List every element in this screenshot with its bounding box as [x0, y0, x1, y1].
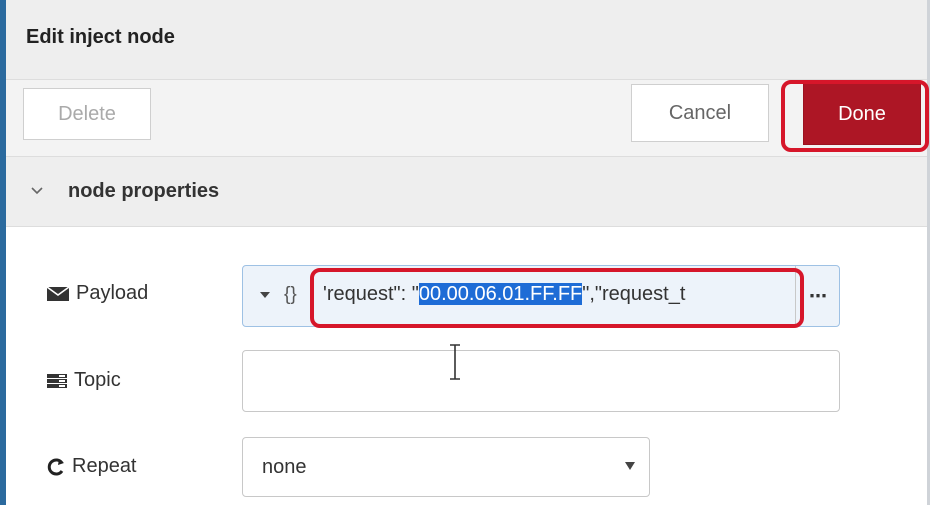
topic-input[interactable]	[242, 350, 840, 412]
repeat-label-text: Repeat	[72, 455, 137, 477]
node-properties-section-header[interactable]: node properties	[6, 157, 927, 227]
payload-value-selected: 00.00.06.01.FF.FF	[418, 283, 583, 305]
dialog-toolbar: Delete Cancel Done	[6, 80, 927, 157]
payload-input[interactable]: {} 'request": "00.00.06.01.FF.FF","reque…	[242, 265, 840, 327]
payload-expand-button[interactable]: ⋯	[795, 266, 840, 326]
payload-label-text: Payload	[76, 282, 149, 304]
payload-value-prefix: 'request": "	[323, 283, 419, 305]
payload-type-json[interactable]: {}	[284, 284, 297, 306]
topic-label: Topic	[46, 369, 121, 392]
tasks-icon	[47, 373, 67, 388]
cancel-button[interactable]: Cancel	[631, 84, 769, 142]
payload-value-suffix: ","request_t	[582, 283, 686, 305]
repeat-selected-value: none	[262, 456, 307, 478]
payload-label: Payload	[46, 282, 148, 305]
caret-down-icon[interactable]	[259, 291, 271, 299]
payload-value[interactable]: 'request": "00.00.06.01.FF.FF","request_…	[323, 283, 791, 306]
section-title: node properties	[68, 180, 220, 202]
caret-down-icon	[625, 462, 635, 470]
topic-label-text: Topic	[74, 369, 121, 391]
dialog-header: Edit inject node	[6, 0, 927, 80]
chevron-down-icon	[31, 187, 43, 195]
delete-button[interactable]: Delete	[23, 88, 151, 140]
repeat-label: Repeat	[46, 455, 137, 478]
dialog-title: Edit inject node	[26, 26, 175, 48]
repeat-select[interactable]: none	[242, 437, 650, 497]
done-button[interactable]: Done	[803, 83, 921, 145]
repeat-icon	[47, 458, 64, 475]
envelope-icon	[46, 285, 70, 301]
text-cursor-icon	[450, 344, 460, 380]
